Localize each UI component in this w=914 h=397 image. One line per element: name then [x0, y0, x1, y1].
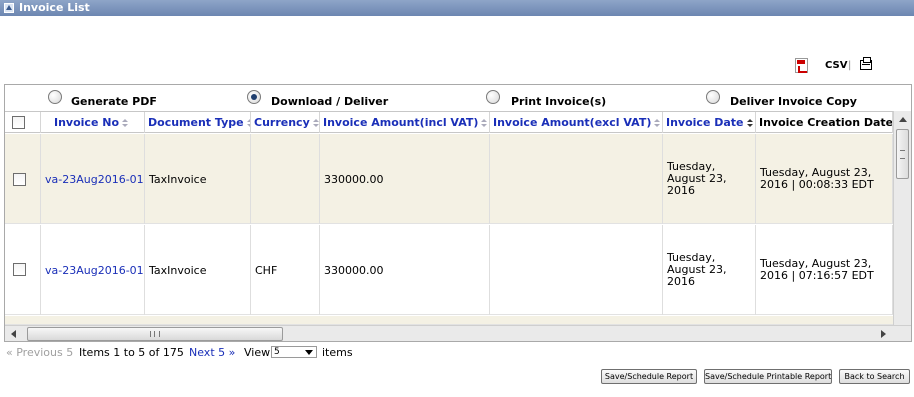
- header-invoice-creation-date: Invoice Creation Date: [756, 112, 893, 133]
- save-schedule-printable-report-button[interactable]: Save/Schedule Printable Report: [704, 369, 832, 384]
- cell-document-type: TaxInvoice: [145, 134, 251, 224]
- cell-amount-excl-vat: [490, 134, 663, 224]
- horizontal-scroll-thumb[interactable]: [27, 327, 283, 341]
- sort-icon: [122, 119, 128, 127]
- cell-document-type: TaxInvoice: [145, 225, 251, 315]
- cell-creation-date: Tuesday, August 23, 2016 | 00:08:33 EDT: [756, 134, 893, 224]
- back-to-search-button[interactable]: Back to Search: [839, 369, 910, 384]
- action-radio-group: Generate PDF Download / Deliver Print In…: [5, 85, 911, 111]
- cell-amount-excl-vat: [490, 225, 663, 315]
- sort-icon: [654, 119, 661, 127]
- radio-print-invoices[interactable]: [486, 90, 500, 104]
- sort-icon: [481, 119, 488, 127]
- header-amount-incl-vat[interactable]: Invoice Amount(incl VAT): [320, 112, 490, 133]
- previous-page-link: « Previous 5: [6, 346, 74, 359]
- header-select-all-cell: [5, 112, 41, 133]
- table-row: va-23Aug2016-01 TaxInvoice 330000.00 Tue…: [5, 134, 893, 224]
- invoice-grid: Generate PDF Download / Deliver Print In…: [4, 84, 912, 342]
- radio-deliver-invoice-copy[interactable]: [706, 90, 720, 104]
- row-select-cell: [5, 134, 41, 224]
- panel-titlebar: Invoice List: [0, 0, 914, 16]
- cell-invoice-no: va-23Aug2016-01: [41, 134, 145, 224]
- invoice-no-link[interactable]: va-23Aug2016-01: [45, 264, 144, 277]
- chevron-down-icon: [305, 350, 313, 355]
- csv-export-link[interactable]: CSV: [825, 60, 847, 76]
- header-invoice-date[interactable]: Invoice Date: [663, 112, 756, 133]
- cell-amount-incl-vat: 330000.00: [320, 225, 490, 315]
- radio-label-deliver-invoice-copy: Deliver Invoice Copy: [730, 95, 857, 108]
- items-label: items: [322, 346, 353, 359]
- table-row: [5, 316, 893, 325]
- invoice-no-link[interactable]: va-23Aug2016-01: [45, 173, 144, 186]
- header-invoice-no[interactable]: Invoice No: [41, 112, 145, 133]
- horizontal-scrollbar[interactable]: [5, 325, 911, 341]
- view-label: View: [244, 346, 271, 359]
- vertical-scrollbar[interactable]: [893, 111, 911, 325]
- save-schedule-report-button[interactable]: Save/Schedule Report: [601, 369, 697, 384]
- page-size-value: 5: [274, 347, 280, 357]
- vertical-scroll-thumb[interactable]: [896, 129, 909, 179]
- collapse-toggle-icon[interactable]: [4, 3, 14, 13]
- scroll-up-icon[interactable]: [899, 117, 907, 122]
- header-document-type[interactable]: Document Type: [145, 112, 251, 133]
- row-checkbox[interactable]: [13, 173, 26, 186]
- scroll-right-icon[interactable]: [881, 330, 886, 338]
- cell-creation-date: Tuesday, August 23, 2016 | 07:16:57 EDT: [756, 225, 893, 315]
- cell-currency: [251, 134, 320, 224]
- radio-generate-pdf[interactable]: [48, 90, 62, 104]
- radio-label-download-deliver: Download / Deliver: [271, 95, 389, 108]
- select-all-checkbox[interactable]: [12, 116, 25, 129]
- cell-invoice-no: va-23Aug2016-01: [41, 225, 145, 315]
- print-icon[interactable]: [860, 57, 872, 70]
- radio-download-deliver[interactable]: [247, 90, 261, 104]
- row-checkbox[interactable]: [13, 263, 26, 276]
- header-amount-excl-vat[interactable]: Invoice Amount(excl VAT): [490, 112, 663, 133]
- radio-label-print-invoices: Print Invoice(s): [511, 95, 607, 108]
- table-header: Invoice No Document Type Currency Invoic…: [5, 111, 893, 133]
- panel-title: Invoice List: [19, 1, 90, 14]
- cell-invoice-date: Tuesday, August 23, 2016: [663, 225, 756, 315]
- pdf-export-icon[interactable]: [795, 58, 808, 73]
- radio-label-generate-pdf: Generate PDF: [71, 95, 157, 108]
- page-size-select[interactable]: 5: [271, 346, 317, 358]
- item-count-label: Items 1 to 5 of 175: [79, 346, 184, 359]
- cell-amount-incl-vat: 330000.00: [320, 134, 490, 224]
- next-page-link[interactable]: Next 5 »: [189, 346, 235, 360]
- cell-currency: CHF: [251, 225, 320, 315]
- sort-desc-icon: [746, 119, 753, 127]
- row-select-cell: [5, 225, 41, 315]
- sort-icon: [312, 119, 319, 127]
- cell-invoice-date: Tuesday, August 23, 2016: [663, 134, 756, 224]
- header-currency[interactable]: Currency: [251, 112, 320, 133]
- scroll-left-icon[interactable]: [11, 330, 16, 338]
- export-separator: |: [848, 60, 852, 71]
- table-row: va-23Aug2016-01 TaxInvoice CHF 330000.00…: [5, 225, 893, 315]
